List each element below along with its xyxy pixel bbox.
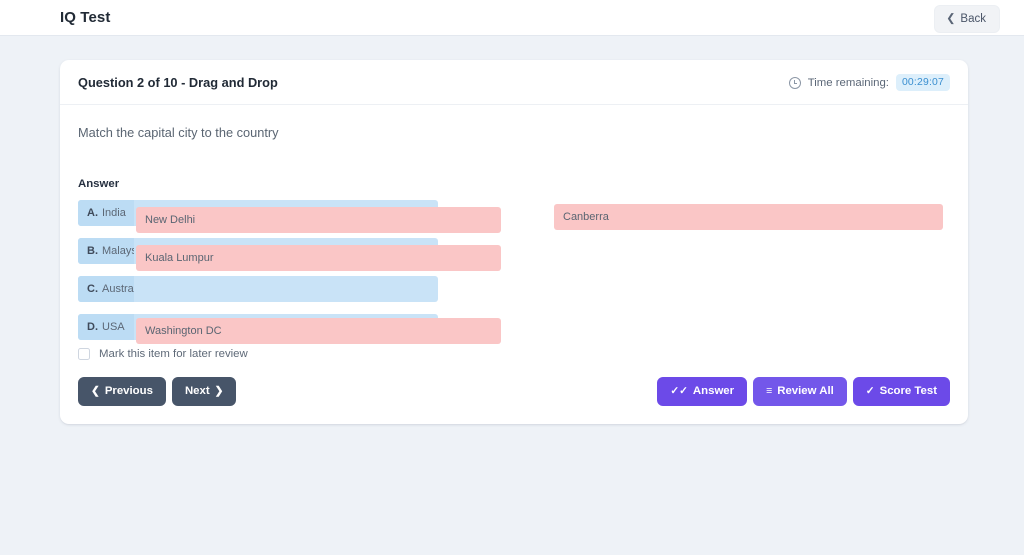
next-button[interactable]: Next ❯: [172, 377, 237, 406]
drop-zone-a-label: A. India: [78, 200, 134, 226]
drag-item-new-delhi[interactable]: New Delhi: [136, 207, 501, 233]
option-country: Australia: [102, 283, 134, 295]
page-title: IQ Test: [60, 9, 110, 26]
back-button-label: Back: [960, 13, 986, 25]
page-content: Question 2 of 10 - Drag and Drop Time re…: [0, 36, 1024, 424]
question-prompt: Match the capital city to the country: [78, 125, 950, 140]
timer-value: 00:29:07: [896, 74, 950, 91]
drag-item-canberra[interactable]: Canberra: [554, 204, 943, 230]
app-header: IQ Test ❮ Back: [0, 0, 1024, 36]
list-icon: ≡: [766, 386, 772, 397]
option-letter: C.: [87, 283, 98, 295]
navigation-buttons: ❮ Previous Next ❯: [78, 377, 236, 406]
drop-zone-c-label: C. Australia: [78, 276, 134, 302]
drag-drop-area: A. India B. Malaysia C. Australia: [78, 200, 950, 340]
answer-button[interactable]: ✓✓ Answer: [657, 377, 747, 406]
chevron-left-icon: ❮: [946, 13, 955, 24]
score-test-button[interactable]: ✓ Score Test: [853, 377, 950, 406]
option-country: India: [102, 207, 126, 219]
score-test-button-label: Score Test: [880, 386, 937, 397]
answer-heading: Answer: [78, 178, 950, 190]
option-letter: B.: [87, 245, 98, 257]
review-all-button-label: Review All: [777, 386, 834, 397]
question-card-body: Match the capital city to the country An…: [60, 105, 968, 424]
answer-button-label: Answer: [693, 386, 734, 397]
drag-item-kuala-lumpur[interactable]: Kuala Lumpur: [136, 245, 501, 271]
chevron-right-icon: ❯: [215, 386, 224, 397]
previous-button[interactable]: ❮ Previous: [78, 377, 166, 406]
timer-label: Time remaining:: [808, 77, 889, 89]
drop-zone-b-label: B. Malaysia: [78, 238, 134, 264]
check-icon: ✓: [866, 386, 875, 397]
drop-zone-d-label: D. USA: [78, 314, 134, 340]
question-card-header: Question 2 of 10 - Drag and Drop Time re…: [60, 60, 968, 105]
action-buttons: ✓✓ Answer ≡ Review All ✓ Score Test: [657, 377, 950, 406]
option-country: Malaysia: [102, 245, 134, 257]
question-title: Question 2 of 10 - Drag and Drop: [78, 75, 278, 90]
double-check-icon: ✓✓: [670, 386, 688, 397]
question-footer: ❮ Previous Next ❯ ✓✓ Answer ≡ R: [78, 377, 950, 406]
timer: Time remaining: 00:29:07: [789, 74, 950, 91]
previous-button-label: Previous: [105, 386, 153, 397]
option-country: USA: [102, 321, 125, 333]
back-button[interactable]: ❮ Back: [934, 5, 1000, 33]
mark-for-review-label: Mark this item for later review: [99, 348, 248, 360]
review-all-button[interactable]: ≡ Review All: [753, 377, 847, 406]
next-button-label: Next: [185, 386, 210, 397]
drop-zone-c[interactable]: C. Australia: [78, 276, 438, 302]
option-letter: A.: [87, 207, 98, 219]
chevron-left-icon: ❮: [91, 386, 100, 397]
mark-for-review-row: Mark this item for later review: [78, 348, 950, 360]
drag-item-washington-dc[interactable]: Washington DC: [136, 318, 501, 344]
option-letter: D.: [87, 321, 98, 333]
question-card: Question 2 of 10 - Drag and Drop Time re…: [60, 60, 968, 424]
mark-for-review-checkbox[interactable]: [78, 348, 90, 360]
clock-icon: [789, 77, 801, 89]
